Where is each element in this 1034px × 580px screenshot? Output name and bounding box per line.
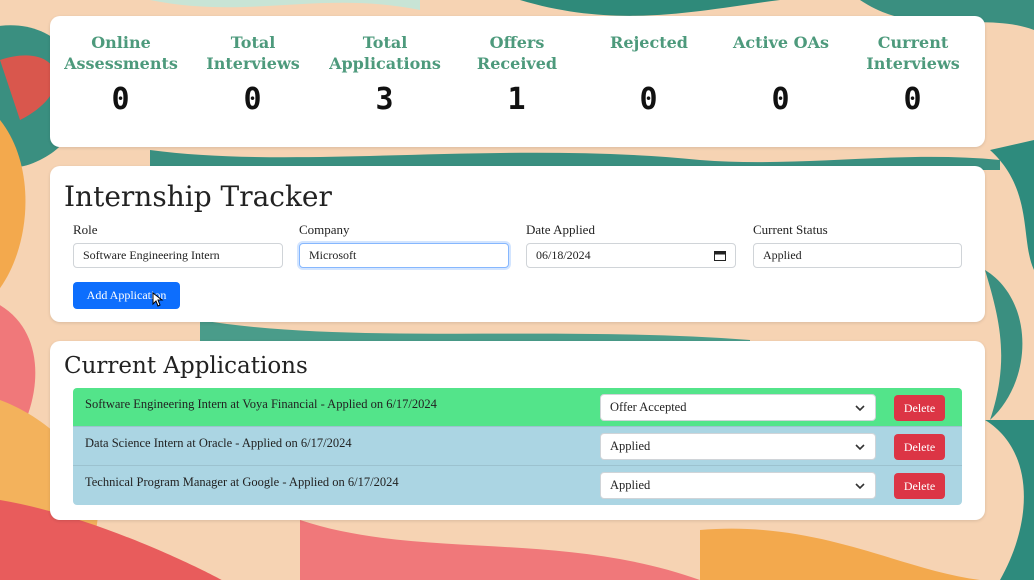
- applications-card: Current Applications Software Engineerin…: [50, 341, 985, 520]
- stat-value: 1: [507, 82, 527, 117]
- tracker-card: Internship Tracker Role Software Enginee…: [50, 166, 985, 322]
- date-applied-label: Date Applied: [526, 222, 595, 237]
- application-text: Technical Program Manager at Google - Ap…: [85, 475, 399, 489]
- chevron-down-icon: [855, 444, 865, 451]
- stat-label: Rejected: [610, 33, 688, 52]
- stat-active-oas: Active OAs 0: [715, 32, 847, 117]
- calendar-icon[interactable]: [714, 250, 726, 261]
- status-select-value: Offer Accepted: [610, 400, 687, 414]
- list-item: Data Science Intern at Oracle - Applied …: [73, 427, 962, 466]
- current-status-value: Applied: [763, 248, 802, 262]
- status-select[interactable]: Applied: [600, 472, 876, 499]
- company-input[interactable]: Microsoft: [299, 243, 509, 268]
- applications-title: Current Applications: [64, 353, 308, 379]
- status-select[interactable]: Offer Accepted: [600, 394, 876, 421]
- list-item: Technical Program Manager at Google - Ap…: [73, 466, 962, 505]
- application-text: Data Science Intern at Oracle - Applied …: [85, 436, 352, 450]
- stat-label: Total Interviews: [206, 33, 300, 73]
- stat-value: 0: [243, 82, 263, 117]
- stat-label: Online Assessments: [64, 33, 178, 73]
- stats-card: Online Assessments 0 Total Interviews 0 …: [50, 16, 985, 147]
- stat-offers-received: Offers Received 1: [451, 32, 583, 117]
- date-applied-value: 06/18/2024: [536, 248, 591, 262]
- stat-rejected: Rejected 0: [583, 32, 715, 117]
- delete-button[interactable]: Delete: [894, 434, 945, 460]
- stat-label: Offers Received: [476, 33, 558, 73]
- stat-label: Current Interviews: [866, 33, 960, 73]
- status-select-value: Applied: [610, 478, 651, 492]
- applications-list: Software Engineering Intern at Voya Fina…: [73, 388, 962, 505]
- application-text: Software Engineering Intern at Voya Fina…: [85, 397, 437, 411]
- role-input[interactable]: Software Engineering Intern: [73, 243, 283, 268]
- status-select[interactable]: Applied: [600, 433, 876, 460]
- stat-value: 3: [375, 82, 395, 117]
- stat-label: Active OAs: [732, 33, 830, 52]
- stat-label: Total Applications: [329, 33, 441, 73]
- company-value: Microsoft: [309, 248, 357, 262]
- delete-button[interactable]: Delete: [894, 395, 945, 421]
- role-value: Software Engineering Intern: [83, 248, 220, 262]
- company-label: Company: [299, 222, 350, 237]
- mouse-pointer-icon: [152, 292, 164, 307]
- date-applied-input[interactable]: 06/18/2024: [526, 243, 736, 268]
- delete-button[interactable]: Delete: [894, 473, 945, 499]
- stat-value: 0: [903, 82, 923, 117]
- stat-value: 0: [771, 82, 791, 117]
- chevron-down-icon: [855, 483, 865, 490]
- page-title: Internship Tracker: [64, 180, 332, 213]
- status-select-value: Applied: [610, 439, 651, 453]
- role-label: Role: [73, 222, 98, 237]
- stat-value: 0: [111, 82, 131, 117]
- stat-value: 0: [639, 82, 659, 117]
- current-status-label: Current Status: [753, 222, 828, 237]
- stat-total-interviews: Total Interviews 0: [187, 32, 319, 117]
- list-item: Software Engineering Intern at Voya Fina…: [73, 388, 962, 427]
- stat-current-interviews: Current Interviews 0: [847, 32, 979, 117]
- stat-online-assessments: Online Assessments 0: [55, 32, 187, 117]
- stat-total-applications: Total Applications 3: [319, 32, 451, 117]
- current-status-input[interactable]: Applied: [753, 243, 962, 268]
- chevron-down-icon: [855, 405, 865, 412]
